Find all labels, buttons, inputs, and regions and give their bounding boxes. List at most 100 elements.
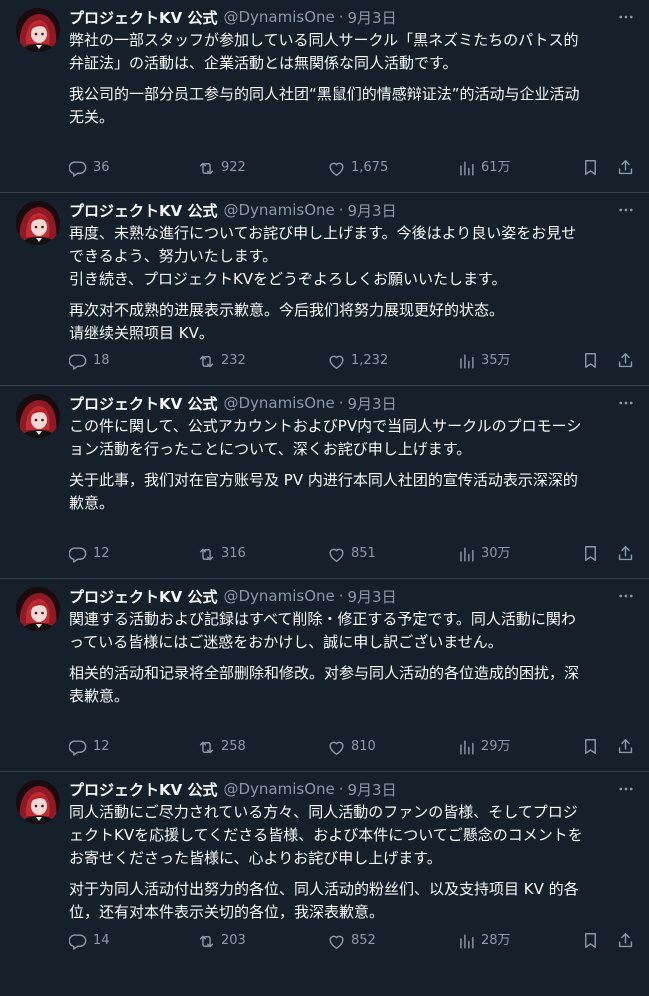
reply-button[interactable]: 12 (69, 737, 110, 757)
action-bar: 18 232 1,232 35万 (69, 351, 633, 371)
heart-icon (329, 355, 344, 369)
avatar[interactable] (16, 201, 60, 245)
view-count: 28万 (481, 933, 511, 948)
views-button[interactable]: 30万 (457, 544, 511, 564)
tweet-text-chinese: 对于为同人活动付出努力的各位、同人活动的粉丝们、以及支持项目 KV 的各 位，还… (69, 880, 579, 921)
like-button[interactable]: 810 (327, 737, 376, 757)
heart-icon (329, 935, 344, 949)
tweet-text-chinese: 我公司的一部分员工参与的同人社团“黑鼠们的情感辩证法”的活动与企业活动 无关。 (69, 85, 580, 126)
action-bar: 36 922 1,675 61万 (69, 158, 633, 178)
bookmark-icon (585, 160, 596, 175)
bookmark-button[interactable] (581, 544, 605, 563)
post-date[interactable]: 9月3日 (348, 200, 397, 221)
share-icon (618, 546, 633, 561)
view-count: 29万 (481, 739, 511, 754)
retweet-icon (199, 548, 214, 560)
user-handle[interactable]: @DynamisOne (223, 780, 334, 798)
views-button[interactable]: 29万 (457, 737, 511, 757)
share-button[interactable] (616, 737, 640, 756)
user-handle[interactable]: @DynamisOne (223, 394, 334, 412)
post-date[interactable]: 9月3日 (348, 779, 397, 800)
reply-icon (69, 546, 87, 563)
retweet-button[interactable]: 232 (197, 351, 246, 371)
retweet-button[interactable]: 258 (197, 737, 246, 757)
bookmark-button[interactable] (581, 737, 605, 756)
views-bar-icon (460, 739, 474, 755)
retweet-button[interactable]: 922 (197, 158, 246, 178)
avatar[interactable] (16, 780, 60, 824)
more-dots-icon[interactable] (615, 779, 637, 799)
user-handle[interactable]: @DynamisOne (223, 201, 334, 219)
tweet-text-chinese: 关于此事，我们对在官方账号及 PV 内进行本同人社团的宣传活动表示深深的 歉意。 (69, 471, 578, 512)
reply-icon (69, 933, 87, 950)
views-button[interactable]: 35万 (457, 351, 511, 371)
retweet-count: 316 (221, 546, 246, 561)
avatar[interactable] (16, 8, 60, 52)
heart-icon (329, 548, 344, 562)
user-handle[interactable]: @DynamisOne (223, 587, 334, 605)
more-dots-icon[interactable] (615, 200, 637, 220)
tweet-text-japanese: この件に関して、公式アカウントおよびPV内で当同人サークルのプロモーシ ョン活動… (69, 417, 582, 458)
bookmark-icon (585, 353, 596, 368)
reply-button[interactable]: 36 (69, 158, 110, 178)
like-count: 851 (351, 546, 376, 561)
reply-icon (69, 353, 87, 370)
tweet[interactable]: プロジェクトKV 公式 @DynamisOne · 9月3日 弊社の一部スタッフ… (0, 0, 649, 193)
avatar[interactable] (16, 394, 60, 438)
retweet-count: 922 (221, 160, 246, 175)
display-name[interactable]: プロジェクトKV 公式 (69, 200, 217, 221)
more-dots-icon[interactable] (615, 586, 637, 606)
tweet-header: プロジェクトKV 公式 @DynamisOne · 9月3日 (69, 5, 633, 29)
share-button[interactable] (616, 931, 640, 950)
share-button[interactable] (616, 158, 640, 177)
like-button[interactable]: 1,675 (327, 158, 388, 178)
like-count: 1,232 (351, 353, 389, 368)
reply-icon (69, 739, 87, 756)
avatar[interactable] (16, 587, 60, 631)
reply-button[interactable]: 14 (69, 931, 110, 951)
reply-count: 12 (93, 546, 110, 561)
share-icon (618, 160, 633, 175)
views-button[interactable]: 28万 (457, 931, 511, 951)
tweet-header: プロジェクトKV 公式 @DynamisOne · 9月3日 (69, 391, 633, 415)
retweet-icon (199, 741, 214, 753)
retweet-count: 232 (221, 353, 246, 368)
bookmark-button[interactable] (581, 351, 605, 370)
display-name[interactable]: プロジェクトKV 公式 (69, 586, 217, 607)
bookmark-icon (585, 933, 596, 948)
reply-button[interactable]: 18 (69, 351, 110, 371)
share-icon (618, 739, 633, 754)
views-bar-icon (460, 160, 474, 176)
more-dots-icon[interactable] (615, 7, 637, 27)
tweet[interactable]: プロジェクトKV 公式 @DynamisOne · 9月3日 関連する活動および… (0, 579, 649, 772)
tweet[interactable]: プロジェクトKV 公式 @DynamisOne · 9月3日 この件に関して、公… (0, 386, 649, 579)
views-button[interactable]: 61万 (457, 158, 511, 178)
bookmark-button[interactable] (581, 931, 605, 950)
tweet-text-japanese: 弊社の一部スタッフが参加している同人サークル「黒ネズミたちのパトス的 弁証法」の… (69, 31, 579, 72)
tweet[interactable]: プロジェクトKV 公式 @DynamisOne · 9月3日 再度、未熟な進行に… (0, 193, 649, 386)
post-date[interactable]: 9月3日 (348, 393, 397, 414)
retweet-count: 258 (221, 739, 246, 754)
display-name[interactable]: プロジェクトKV 公式 (69, 393, 217, 414)
share-button[interactable] (616, 544, 640, 563)
share-button[interactable] (616, 351, 640, 370)
separator-dot: · (338, 587, 344, 605)
like-button[interactable]: 1,232 (327, 351, 388, 371)
separator-dot: · (338, 201, 344, 219)
post-date[interactable]: 9月3日 (348, 7, 397, 28)
bookmark-button[interactable] (581, 158, 605, 177)
more-dots-icon[interactable] (615, 393, 637, 413)
reply-button[interactable]: 12 (69, 544, 110, 564)
retweet-button[interactable]: 316 (197, 544, 246, 564)
display-name[interactable]: プロジェクトKV 公式 (69, 779, 217, 800)
retweet-button[interactable]: 203 (197, 931, 246, 951)
avatar-image (16, 780, 60, 824)
tweet[interactable]: プロジェクトKV 公式 @DynamisOne · 9月3日 同人活動にご尽力さ… (0, 772, 649, 965)
display-name[interactable]: プロジェクトKV 公式 (69, 7, 217, 28)
user-handle[interactable]: @DynamisOne (223, 8, 334, 26)
like-button[interactable]: 851 (327, 544, 376, 564)
like-button[interactable]: 852 (327, 931, 376, 951)
like-count: 810 (351, 739, 376, 754)
avatar-image (16, 8, 60, 52)
post-date[interactable]: 9月3日 (348, 586, 397, 607)
